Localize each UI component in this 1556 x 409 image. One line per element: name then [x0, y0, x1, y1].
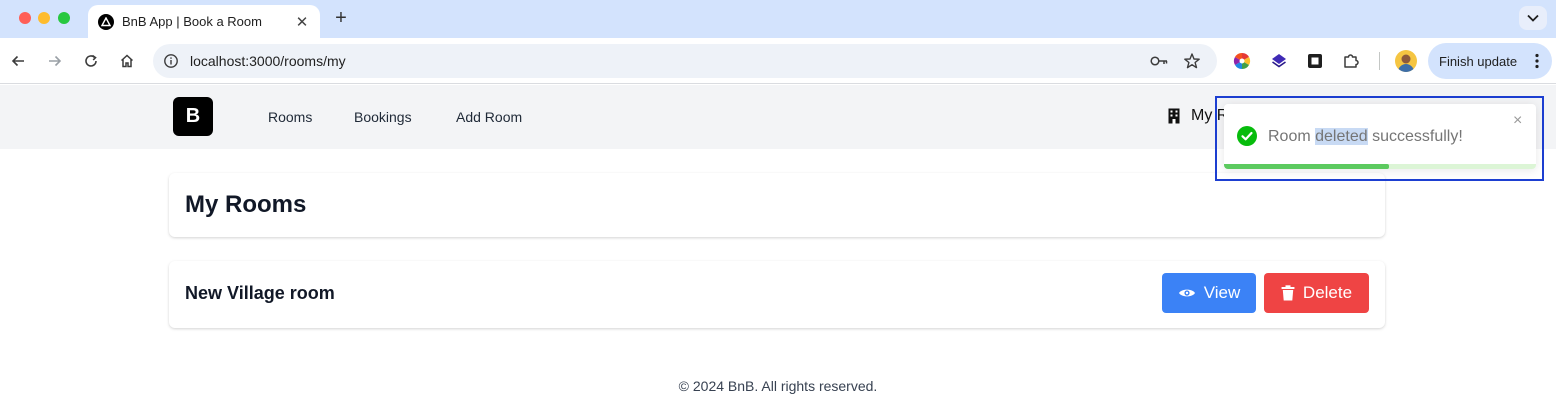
page-title: My Rooms: [185, 191, 307, 218]
maximize-window-button[interactable]: [58, 12, 70, 24]
toast-message: Room deleted successfully!: [1268, 128, 1463, 145]
page-title-card: My Rooms: [169, 173, 1385, 237]
room-name: New Village room: [185, 283, 335, 303]
frame-extension-icon[interactable]: [1306, 52, 1324, 70]
more-vertical-icon: [1535, 53, 1539, 72]
toolbar-divider: [1379, 52, 1380, 70]
room-card: New Village room View Delete: [169, 261, 1385, 328]
success-toast[interactable]: Room deleted successfully! ×: [1224, 104, 1536, 169]
close-window-button[interactable]: [19, 12, 31, 24]
view-room-button[interactable]: View: [1162, 273, 1256, 313]
footer-copyright: © 2024 BnB. All rights reserved.: [678, 378, 878, 394]
browser-tab-active[interactable]: BnB App | Book a Room ✕: [88, 5, 320, 38]
nav-link-bookings[interactable]: Bookings: [354, 109, 412, 125]
home-icon: [120, 54, 134, 68]
new-tab-button[interactable]: +: [331, 8, 351, 28]
browser-tab-strip: BnB App | Book a Room ✕ +: [0, 0, 1556, 38]
view-button-label: View: [1203, 283, 1241, 302]
arrow-right-icon: [49, 55, 62, 67]
puzzle-extensions-icon[interactable]: [1342, 52, 1360, 70]
profile-avatar[interactable]: [1395, 50, 1417, 72]
delete-room-button[interactable]: Delete: [1264, 273, 1369, 313]
app-favicon-icon: [98, 13, 114, 30]
minimize-window-button[interactable]: [38, 12, 50, 24]
finish-update-label: Finish update: [1439, 53, 1518, 69]
toast-message-selected-word: deleted: [1315, 128, 1368, 145]
toast-progress-bar: [1224, 164, 1390, 169]
trash-icon: [1281, 285, 1295, 301]
layers-extension-icon[interactable]: [1270, 52, 1288, 70]
nav-link-add-room[interactable]: Add Room: [456, 109, 522, 125]
arrow-left-icon: [11, 55, 24, 67]
check-circle-icon: [1237, 126, 1257, 146]
toast-close-icon[interactable]: ×: [1513, 112, 1522, 130]
tab-title: BnB App | Book a Room: [122, 14, 262, 29]
password-key-icon[interactable]: [1149, 53, 1169, 74]
reload-button[interactable]: [81, 51, 101, 71]
nav-link-rooms[interactable]: Rooms: [268, 109, 312, 125]
tab-search-button[interactable]: [1519, 6, 1547, 30]
building-icon: [1168, 108, 1180, 124]
finish-update-button[interactable]: Finish update: [1428, 43, 1552, 79]
app-logo[interactable]: B: [173, 97, 213, 136]
browser-toolbar: localhost:3000/rooms/my Finish update: [0, 38, 1556, 84]
address-bar[interactable]: localhost:3000/rooms/my: [153, 44, 1217, 78]
home-button[interactable]: [117, 51, 137, 71]
delete-button-label: Delete: [1302, 283, 1353, 302]
tab-close-icon[interactable]: ✕: [294, 13, 310, 31]
back-button[interactable]: [8, 51, 28, 71]
url-text[interactable]: localhost:3000/rooms/my: [190, 53, 346, 69]
chevron-down-icon: [1527, 14, 1539, 22]
eye-icon: [1178, 289, 1195, 297]
reload-icon: [85, 54, 97, 67]
bookmark-star-icon[interactable]: [1183, 52, 1201, 75]
forward-button[interactable]: [45, 51, 65, 71]
site-info-icon[interactable]: [163, 53, 179, 74]
color-wheel-extension-icon[interactable]: [1233, 52, 1251, 70]
